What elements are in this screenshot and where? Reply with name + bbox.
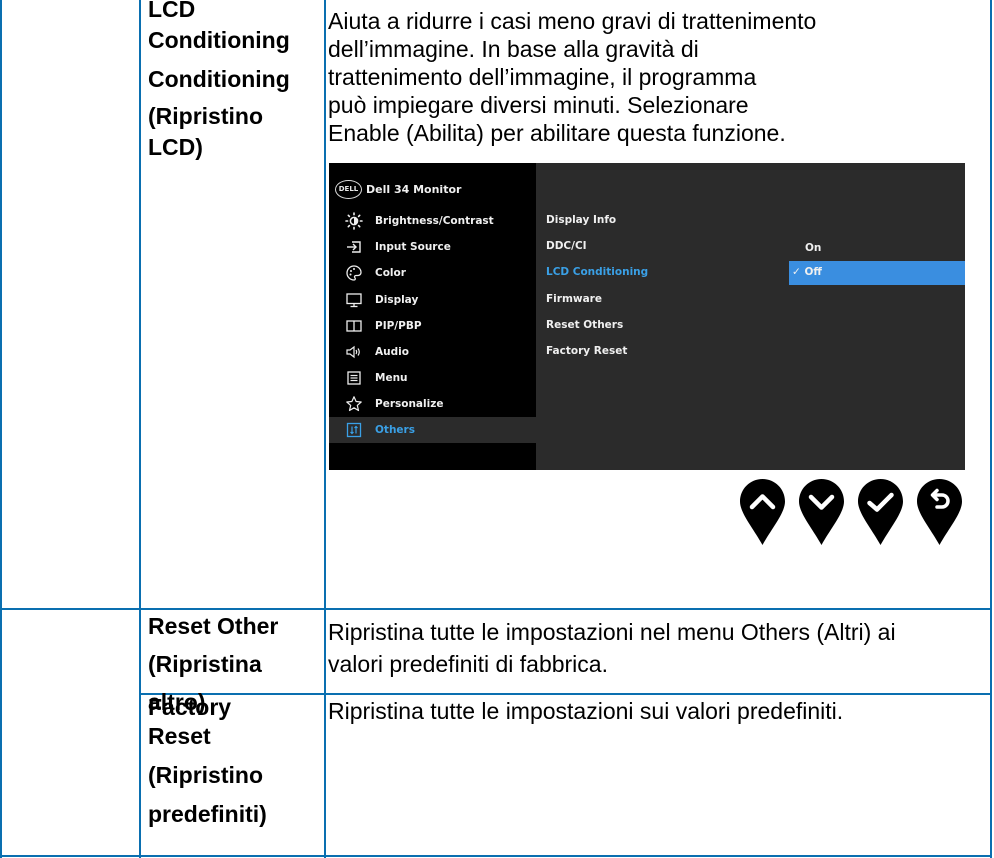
down-button[interactable] bbox=[798, 478, 845, 546]
color-palette-icon bbox=[345, 264, 363, 282]
osd-submenu-firmware[interactable]: Firmware bbox=[546, 293, 602, 305]
star-icon bbox=[345, 395, 363, 413]
confirm-button[interactable] bbox=[857, 478, 904, 546]
osd-submenu-display-info[interactable]: Display Info bbox=[546, 214, 616, 226]
osd-menu-item-display[interactable]: Display bbox=[329, 287, 536, 313]
osd-submenu-reset-others[interactable]: Reset Others bbox=[546, 319, 623, 331]
osd-menu-item-menu[interactable]: Menu bbox=[329, 365, 536, 391]
label-line: Conditioning bbox=[148, 27, 290, 53]
osd-submenu-ddc-ci[interactable]: DDC/CI bbox=[546, 240, 587, 252]
label-line: predefiniti) bbox=[148, 801, 267, 827]
label-line: (Ripristino bbox=[148, 103, 263, 129]
description-line: può impiegare diversi minuti. Selezionar… bbox=[328, 92, 749, 118]
check-icon bbox=[858, 479, 903, 545]
label-line: LCD) bbox=[148, 134, 203, 160]
display-monitor-icon bbox=[345, 291, 363, 309]
description-line: Ripristina tutte le impostazioni nel men… bbox=[328, 619, 896, 645]
osd-menu-label: Menu bbox=[375, 372, 408, 384]
osd-menu-label: Input Source bbox=[375, 241, 451, 253]
description-line: Enable (Abilita) per abilitare questa fu… bbox=[328, 120, 786, 146]
osd-option-off[interactable]: ✓ Off bbox=[792, 266, 822, 278]
osd-title: Dell 34 Monitor bbox=[366, 182, 462, 196]
osd-menu-item-input-source[interactable]: Input Source bbox=[329, 234, 536, 260]
input-source-icon bbox=[345, 238, 363, 256]
description-line: valori predefiniti di fabbrica. bbox=[328, 651, 608, 677]
table-border-bottom bbox=[0, 855, 992, 857]
table-border-col2 bbox=[324, 0, 326, 858]
osd-menu-label: Color bbox=[375, 267, 406, 279]
label-line: (Ripristina bbox=[148, 651, 262, 677]
osd-option-on[interactable]: On bbox=[805, 242, 821, 254]
chevron-down-icon bbox=[799, 479, 844, 545]
description-line: Aiuta a ridurre i casi meno gravi di tra… bbox=[328, 8, 817, 34]
table-border-col1 bbox=[139, 0, 141, 858]
description-line: trattenimento dell’immagine, il programm… bbox=[328, 64, 757, 90]
osd-menu-item-brightness-contrast[interactable]: Brightness/Contrast bbox=[329, 208, 536, 234]
brightness-icon bbox=[345, 212, 363, 230]
table-border-left bbox=[0, 0, 2, 858]
osd-submenu-factory-reset[interactable]: Factory Reset bbox=[546, 345, 627, 357]
back-button[interactable] bbox=[916, 478, 963, 546]
label-line: Reset Other bbox=[148, 613, 279, 639]
osd-submenu-panel: Display Info DDC/CI LCD Conditioning Fir… bbox=[536, 163, 965, 470]
osd-menu-item-others[interactable]: Others bbox=[329, 417, 536, 443]
osd-submenu-lcd-conditioning[interactable]: LCD Conditioning bbox=[546, 266, 648, 278]
row-label-factory-reset: Factory Reset (Ripristino predefiniti) bbox=[148, 692, 267, 830]
osd-menu-item-personalize[interactable]: Personalize bbox=[329, 391, 536, 417]
osd-menu-item-color[interactable]: Color bbox=[329, 260, 536, 286]
osd-menu-label: Audio bbox=[375, 346, 409, 358]
osd-menu-screenshot: DELL Dell 34 Monitor Brightness/Contrast… bbox=[329, 163, 965, 470]
row-description-reset-other: Ripristina tutte le impostazioni nel men… bbox=[328, 616, 896, 680]
chevron-up-icon bbox=[740, 479, 785, 545]
osd-menu-label: Personalize bbox=[375, 398, 444, 410]
pip-pbp-icon bbox=[345, 317, 363, 335]
dell-logo: DELL bbox=[335, 179, 362, 199]
osd-menu-label: Display bbox=[375, 294, 419, 306]
description-line: Ripristina tutte le impostazioni sui val… bbox=[328, 698, 844, 724]
osd-menu-label: Brightness/Contrast bbox=[375, 215, 494, 227]
row-description-lcd-conditioning: Aiuta a ridurre i casi meno gravi di tra… bbox=[328, 7, 816, 147]
label-line: Conditioning bbox=[148, 66, 290, 92]
osd-menu-label: Others bbox=[375, 424, 415, 436]
description-line: dell’immagine. In base alla gravità di bbox=[328, 36, 699, 62]
menu-list-icon bbox=[345, 369, 363, 387]
osd-title-bar: DELL Dell 34 Monitor bbox=[335, 178, 461, 200]
osd-menu-item-pip-pbp[interactable]: PIP/PBP bbox=[329, 313, 536, 339]
label-line: Factory bbox=[148, 694, 232, 720]
row-label-lcd-conditioning: LCD Conditioning Conditioning (Ripristin… bbox=[148, 0, 290, 163]
label-line: (Ripristino bbox=[148, 762, 263, 788]
speaker-icon bbox=[345, 343, 363, 361]
back-arrow-icon bbox=[917, 479, 962, 545]
osd-menu-item-audio[interactable]: Audio bbox=[329, 339, 536, 365]
table-border-right bbox=[990, 0, 992, 858]
label-line: LCD bbox=[148, 0, 196, 22]
table-row-divider bbox=[0, 608, 992, 610]
up-button[interactable] bbox=[739, 478, 786, 546]
others-icon bbox=[345, 421, 363, 439]
osd-menu-label: PIP/PBP bbox=[375, 320, 422, 332]
label-line: Reset bbox=[148, 723, 211, 749]
row-description-factory-reset: Ripristina tutte le impostazioni sui val… bbox=[328, 697, 843, 725]
